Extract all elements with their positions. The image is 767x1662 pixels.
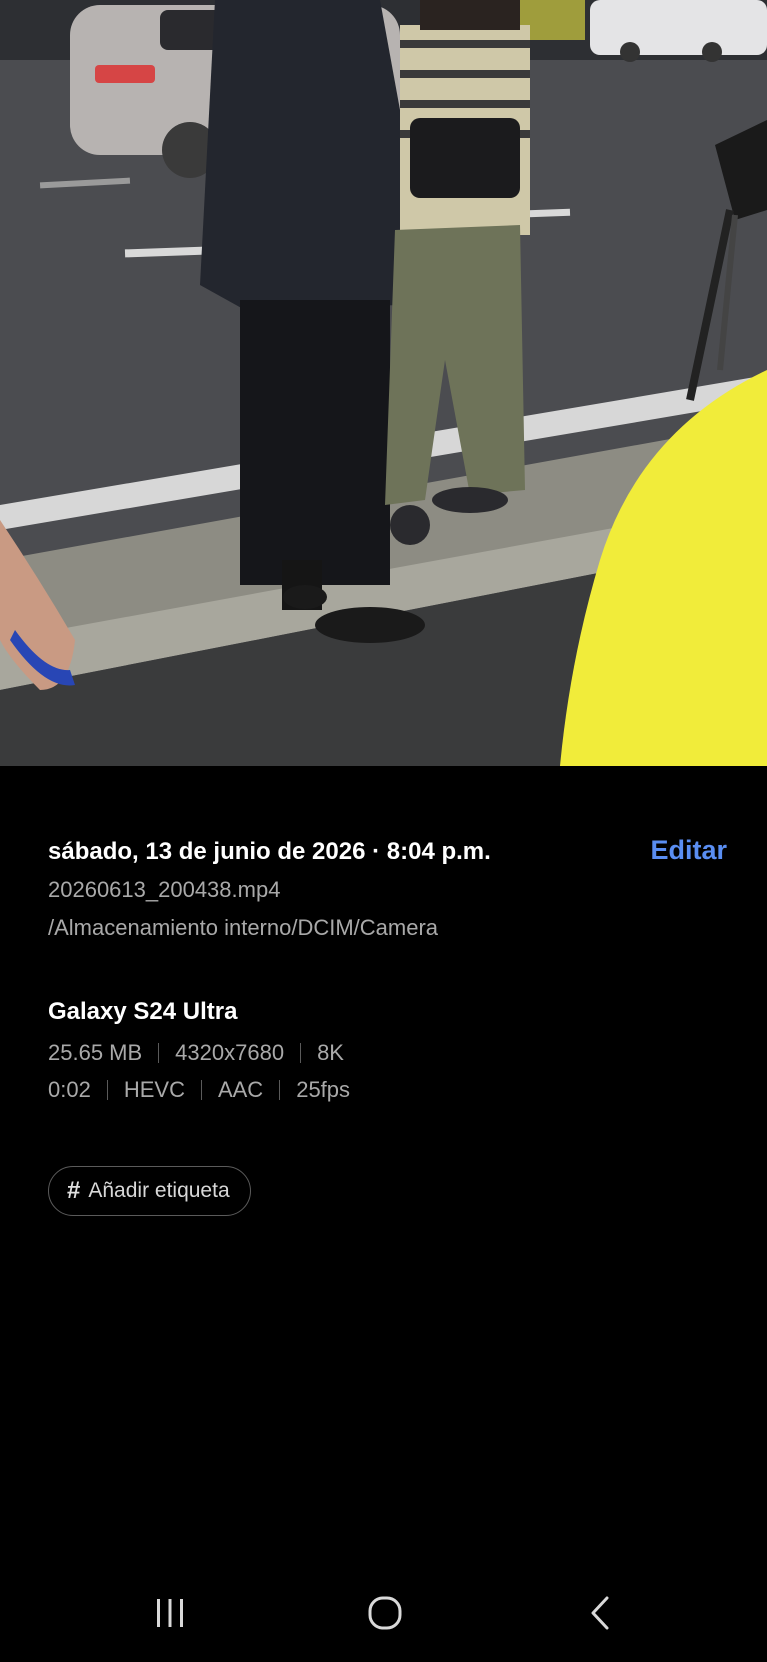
quality-value: 8K bbox=[317, 1040, 344, 1065]
details-panel: sábado, 13 de junio de 2026 · 8:04 p.m. … bbox=[0, 766, 767, 1566]
divider bbox=[200, 1080, 202, 1100]
resolution-value: 4320x7680 bbox=[175, 1040, 285, 1065]
divider bbox=[106, 1080, 108, 1100]
date-time-label: sábado, 13 de junio de 2026 · 8:04 p.m. bbox=[48, 838, 491, 865]
edit-button[interactable]: Editar bbox=[650, 832, 727, 868]
audio-codec-value: AAC bbox=[217, 1077, 264, 1102]
home-icon bbox=[368, 1596, 402, 1630]
recent-apps-button[interactable] bbox=[140, 1588, 200, 1638]
date-row: sábado, 13 de junio de 2026 · 8:04 p.m. … bbox=[48, 834, 727, 870]
frame-rate-value: 25fps bbox=[296, 1077, 351, 1102]
spec-row-size-resolution: 25.65 MB 4320x7680 8K bbox=[48, 1036, 344, 1070]
back-button[interactable] bbox=[570, 1588, 630, 1638]
divider bbox=[158, 1043, 160, 1063]
add-tag-label: Añadir etiqueta bbox=[88, 1179, 230, 1202]
video-preview-image[interactable] bbox=[0, 0, 767, 766]
navigation-bar bbox=[0, 1566, 767, 1662]
divider bbox=[300, 1043, 302, 1063]
street-scene-illustration bbox=[0, 0, 767, 766]
add-tag-button[interactable]: # Añadir etiqueta bbox=[48, 1166, 251, 1216]
file-size-value: 25.65 MB bbox=[48, 1040, 143, 1065]
duration-value: 0:02 bbox=[48, 1077, 91, 1102]
file-name-label: 20260613_200438.mp4 bbox=[48, 877, 281, 902]
back-icon bbox=[591, 1596, 609, 1630]
device-name-label: Galaxy S24 Ultra bbox=[48, 998, 238, 1025]
hash-icon: # bbox=[67, 1177, 81, 1204]
home-button[interactable] bbox=[355, 1588, 415, 1638]
video-codec-value: HEVC bbox=[123, 1077, 185, 1102]
recent-apps-icon bbox=[157, 1599, 183, 1627]
divider bbox=[279, 1080, 281, 1100]
file-path-label[interactable]: /Almacenamiento interno/DCIM/Camera bbox=[48, 912, 438, 944]
spec-row-duration-codec: 0:02 HEVC AAC 25fps bbox=[48, 1073, 350, 1107]
